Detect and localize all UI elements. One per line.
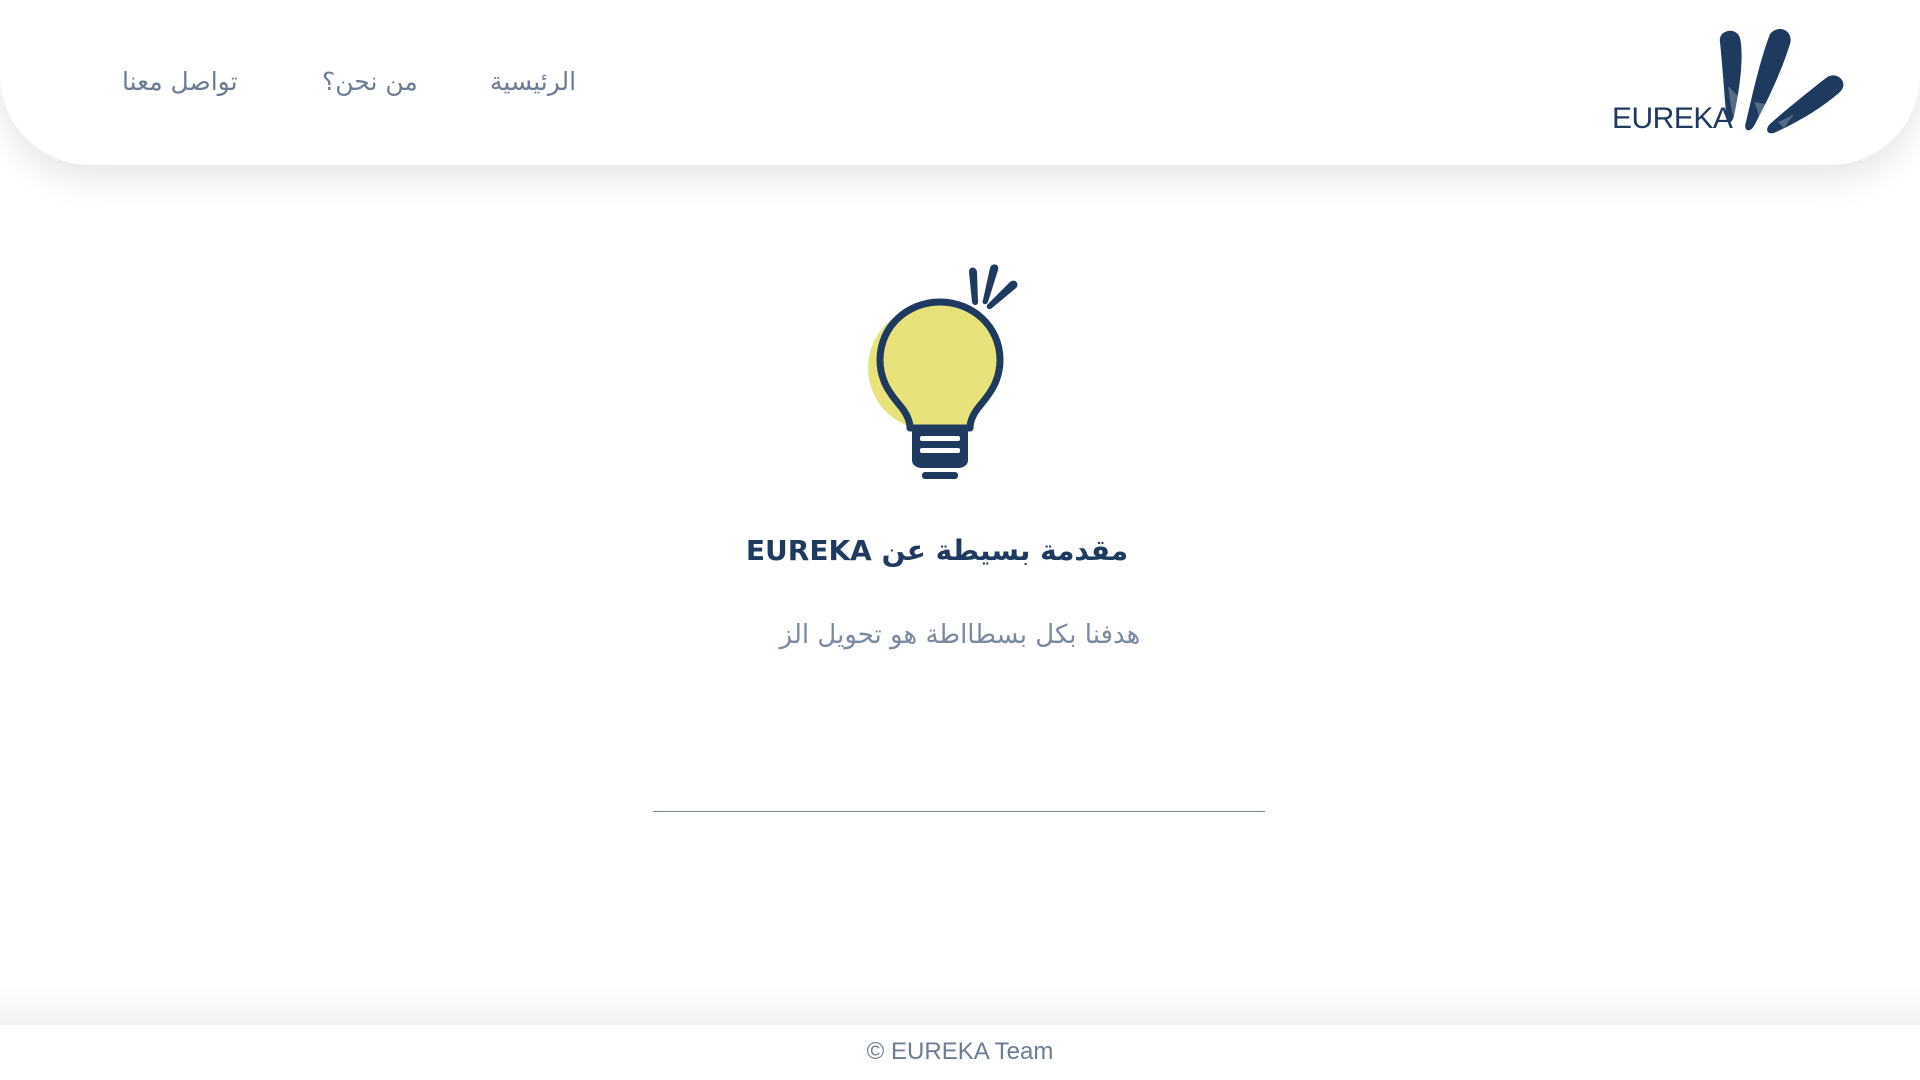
eureka-logo[interactable]: EUREKA [1612,22,1852,142]
top-header: تواصل معنا من نحن؟ الرئيسية EUREKA [0,0,1920,165]
divider-line [653,811,1265,812]
footer: © EUREKA Team [0,1025,1920,1080]
intro-text: هدفنا بكل بسطااطة هو تحويل الز [779,620,1141,650]
nav-about-link[interactable]: من نحن؟ [322,60,418,104]
page-title: مقدمة بسيطة عن EUREKA [745,534,1129,567]
footer-copyright: © EUREKA Team [866,1038,1054,1065]
nav-home-link[interactable]: الرئيسية [490,60,576,104]
main-nav: تواصل معنا من نحن؟ الرئيسية [0,60,700,104]
footer-shadow [0,985,1920,1025]
nav-contact-link[interactable]: تواصل معنا [122,60,238,104]
page: تواصل معنا من نحن؟ الرئيسية EUREKA مقدمة… [0,0,1920,1080]
lightbulb-icon [860,262,1020,482]
logo-rays-icon [1719,29,1844,134]
